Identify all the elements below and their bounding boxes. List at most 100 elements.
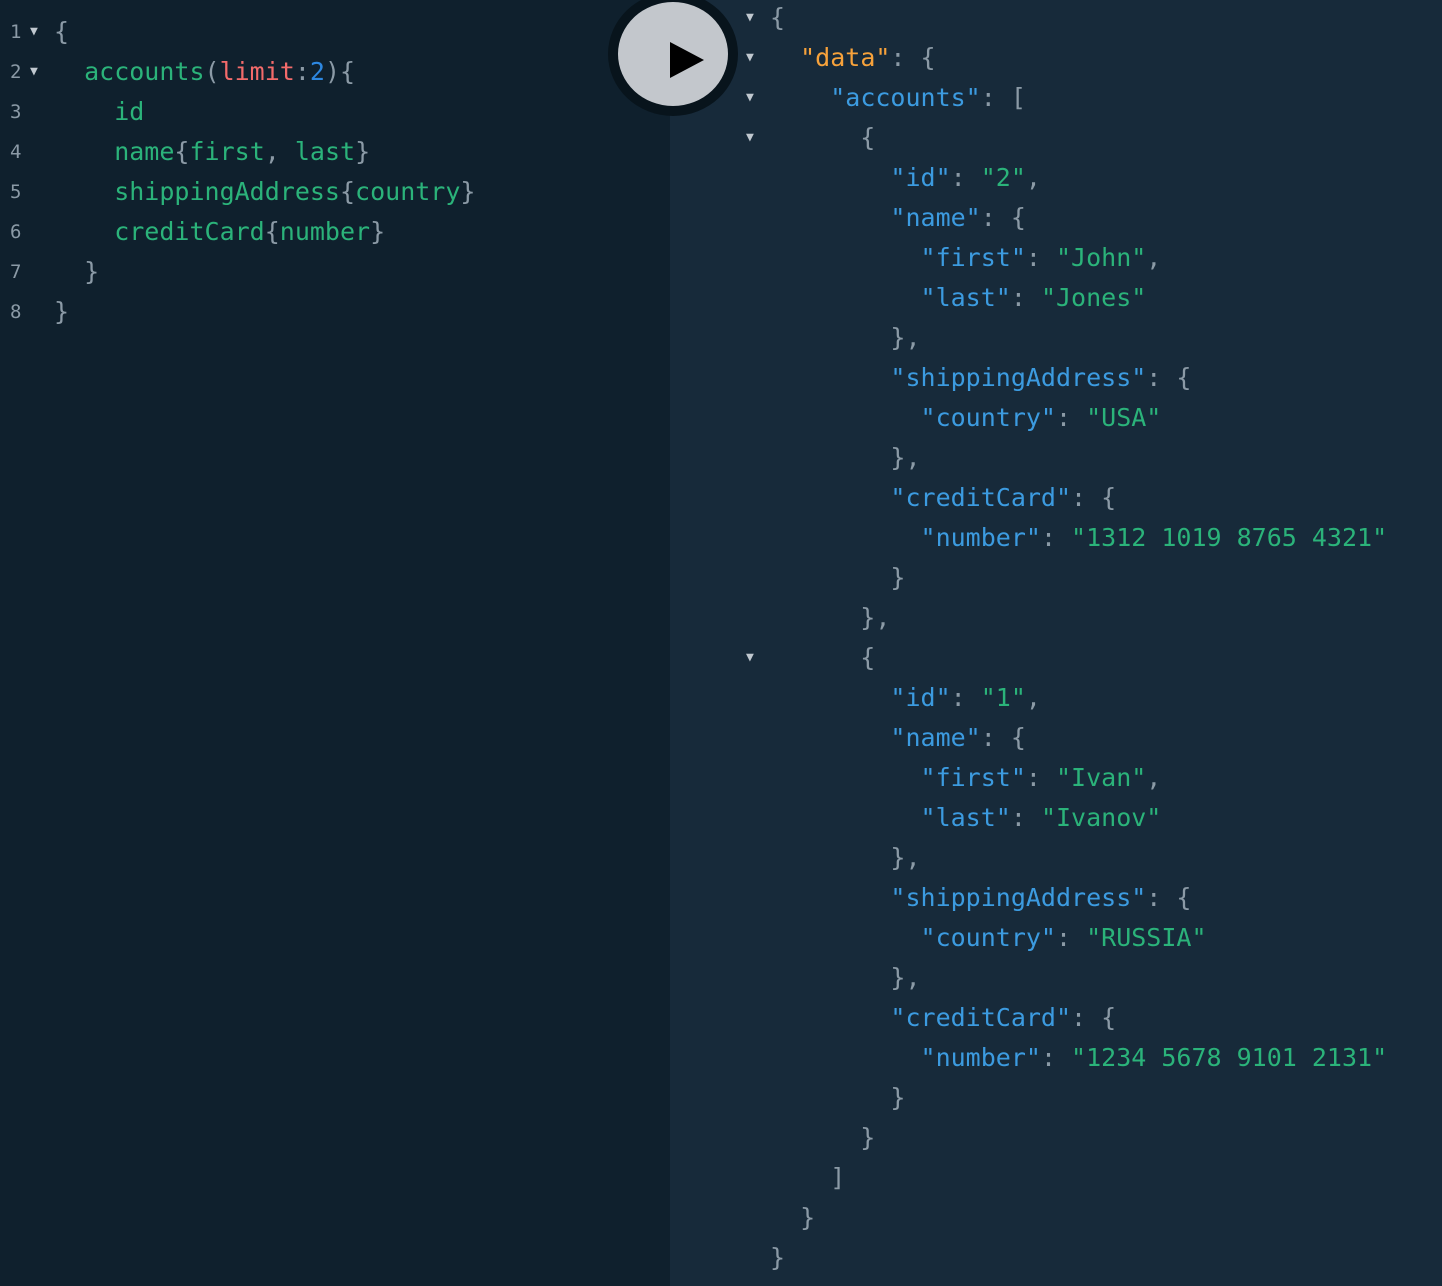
result-code: "last": "Ivanov" (770, 798, 1162, 838)
result-line: ▼ { (670, 638, 1442, 678)
fold-toggle-icon[interactable]: ▼ (746, 38, 754, 78)
result-line: } (670, 1238, 1442, 1278)
run-button-face[interactable] (618, 2, 728, 106)
fold-toggle-icon[interactable]: ▼ (30, 12, 38, 52)
code-token: country (355, 177, 461, 206)
code-token: { (264, 217, 280, 246)
code-token: ){ (324, 57, 356, 86)
editor-line[interactable]: 3 id (0, 92, 670, 132)
editor-code[interactable]: name{first, last} (54, 132, 370, 172)
code-token: "2" (980, 163, 1026, 192)
line-number: 8 (10, 301, 22, 323)
result-code: }, (770, 318, 921, 358)
result-code: "creditCard": { (770, 998, 1116, 1038)
editor-line[interactable]: 2 ▼ accounts(limit:2){ (0, 52, 670, 92)
result-line: "name": { (670, 718, 1442, 758)
editor-code[interactable]: { (54, 12, 69, 52)
result-code: "number": "1234 5678 9101 2131" (770, 1038, 1388, 1078)
code-token: { (770, 3, 786, 32)
result-line: ▼ "accounts": [ (670, 78, 1442, 118)
code-token: "Ivanov" (1040, 803, 1162, 832)
code-token: "country" (920, 923, 1056, 952)
result-line: } (670, 558, 1442, 598)
result-line: "last": "Jones" (670, 278, 1442, 318)
code-token: { (339, 177, 356, 206)
result-line: "first": "John", (670, 238, 1442, 278)
code-token: : { (1146, 363, 1192, 392)
result-code: "accounts": [ (770, 78, 1026, 118)
result-line: } (670, 1078, 1442, 1118)
code-token: "Ivan" (1055, 763, 1147, 792)
code-token: "1" (980, 683, 1026, 712)
code-token: "last" (920, 283, 1011, 312)
editor-line[interactable]: 8} (0, 292, 670, 332)
line-number: 2 (10, 61, 22, 83)
result-code: }, (770, 598, 890, 638)
line-number: 3 (10, 101, 22, 123)
fold-toggle-icon[interactable]: ▼ (746, 78, 754, 118)
code-token: first (189, 137, 265, 166)
code-token: shippingAddress (54, 177, 340, 206)
code-token: }, (770, 963, 921, 992)
result-line: ] (670, 1158, 1442, 1198)
code-token: "id" (890, 683, 951, 712)
code-token: "name" (890, 723, 981, 752)
code-token: ] (770, 1163, 846, 1192)
editor-code[interactable]: creditCard{number} (54, 212, 385, 252)
editor-code[interactable]: } (54, 252, 99, 292)
result-code: }, (770, 958, 921, 998)
result-line: "number": "1312 1019 8765 4321" (670, 518, 1442, 558)
result-code: "shippingAddress": { (770, 878, 1191, 918)
result-line: }, (670, 598, 1442, 638)
fold-toggle-icon[interactable]: ▼ (746, 638, 754, 678)
result-line: "creditCard": { (670, 998, 1442, 1038)
code-token: : [ (980, 83, 1026, 112)
code-token: "id" (890, 163, 951, 192)
editor-line[interactable]: 5 shippingAddress{country} (0, 172, 670, 212)
editor-code[interactable]: shippingAddress{country} (54, 172, 475, 212)
fold-toggle-icon[interactable]: ▼ (746, 118, 754, 158)
code-token: } (770, 1083, 906, 1112)
code-token: } (54, 297, 70, 326)
editor-line[interactable]: 1 ▼ { (0, 12, 670, 52)
editor-code[interactable]: accounts(limit:2){ (54, 52, 355, 92)
code-token: "number" (920, 1043, 1041, 1072)
code-token: "Jones" (1040, 283, 1147, 312)
fold-toggle-icon[interactable]: ▼ (746, 0, 754, 38)
editor-line[interactable]: 6 creditCard{number} (0, 212, 670, 252)
result-code: ] (770, 1158, 845, 1198)
code-token: }, (770, 843, 921, 872)
result-line: "last": "Ivanov" (670, 798, 1442, 838)
fold-toggle-icon[interactable]: ▼ (30, 52, 38, 92)
result-line: ▼ "data": { (670, 38, 1442, 78)
code-token: } (54, 257, 100, 286)
code-token: "RUSSIA" (1086, 923, 1207, 952)
query-editor[interactable]: 1 ▼{2 ▼ accounts(limit:2){3 id 4 name{first… (0, 0, 670, 1286)
result-line: ▼{ (670, 0, 1442, 38)
result-viewer: ▼{▼ "data": {▼ "accounts": [▼ { "id": "2… (670, 0, 1442, 1286)
code-token: , (1025, 683, 1041, 712)
play-icon (670, 42, 704, 78)
editor-line[interactable]: 7 } (0, 252, 670, 292)
code-token: }, (770, 323, 921, 352)
result-code: } (770, 558, 905, 598)
code-token: { (770, 123, 876, 152)
editor-code[interactable]: id (54, 92, 144, 132)
code-token: : (1040, 1043, 1072, 1072)
editor-code[interactable]: } (54, 292, 69, 332)
code-token: : { (890, 43, 936, 72)
editor-line[interactable]: 4 name{first, last} (0, 132, 670, 172)
code-token: number (279, 217, 371, 246)
code-token: "first" (920, 243, 1026, 272)
result-line: }, (670, 318, 1442, 358)
code-token: "1234 5678 9101 2131" (1071, 1043, 1388, 1072)
result-line: "name": { (670, 198, 1442, 238)
code-token: } (355, 137, 371, 166)
result-code: "number": "1312 1019 8765 4321" (770, 518, 1388, 558)
